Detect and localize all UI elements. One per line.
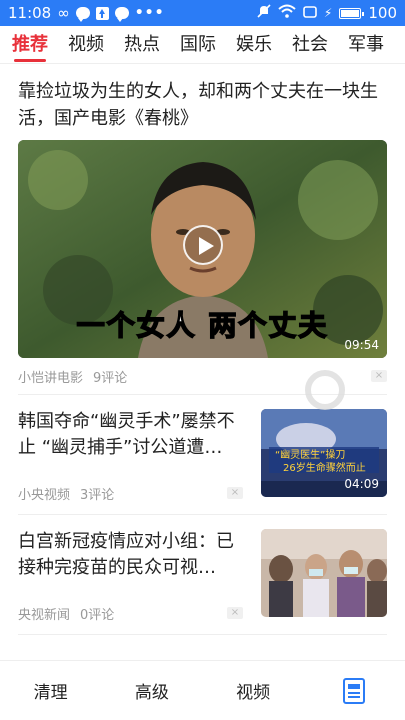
- thumbnail-caption: “幽灵医生”操刀: [275, 448, 345, 461]
- dismiss-icon[interactable]: ×: [371, 370, 387, 382]
- news-title[interactable]: 韩国夺命“幽灵手术”屡禁不止 “幽灵捕手”讨公道遭…: [18, 409, 246, 461]
- tab-society[interactable]: 社会: [292, 26, 328, 63]
- tab-military[interactable]: 军事: [348, 26, 384, 63]
- play-icon[interactable]: [182, 224, 223, 265]
- news-card-2[interactable]: 白宫新冠疫情应对小组：已接种完疫苗的民众可视… 央视新闻 0评论 ×: [0, 515, 405, 634]
- clock: 11:08: [8, 4, 52, 22]
- comment-count: 9评论: [93, 370, 128, 386]
- category-tabs: 推荐 视频 热点 国际 娱乐 社会 军事: [0, 26, 405, 64]
- tab-international[interactable]: 国际: [180, 26, 216, 63]
- video-duration: 04:09: [344, 477, 379, 491]
- infinity-icon: ∞: [57, 4, 70, 22]
- message-icon: [75, 7, 90, 22]
- news-source: 央视新闻: [18, 607, 71, 623]
- news-title[interactable]: 靠捡垃圾为生的女人，却和两个丈夫在一块生活，国产电影《春桃》: [18, 78, 387, 132]
- news-meta: 小央视频 3评论 ×: [18, 475, 243, 511]
- news-meta: 央视新闻 0评论 ×: [18, 595, 243, 631]
- news-thumbnail[interactable]: “幽灵医生”操刀 26岁生命骤然而止 04:09: [261, 409, 387, 497]
- wifi-icon: [278, 4, 296, 22]
- thumbnail-image: [261, 529, 387, 617]
- thumbnail-caption: 26岁生命骤然而止: [283, 461, 366, 474]
- charging-icon: ⚡: [323, 6, 333, 20]
- news-feed: 靠捡垃圾为生的女人，却和两个丈夫在一块生活，国产电影《春桃》 一个女人 两个丈夫…: [0, 64, 405, 660]
- status-bar: 11:08 ∞ ••• ⚡ 100: [0, 0, 405, 26]
- tab-hot[interactable]: 热点: [124, 26, 160, 63]
- news-card-1[interactable]: 韩国夺命“幽灵手术”屡禁不止 “幽灵捕手”讨公道遭… 小央视频 3评论 × “幽…: [0, 395, 405, 514]
- video-caption: 一个女人 两个丈夫: [76, 308, 329, 343]
- upload-icon: [95, 6, 109, 20]
- divider: [18, 634, 387, 635]
- tab-entertainment[interactable]: 娱乐: [236, 26, 272, 63]
- mute-icon: [257, 4, 271, 22]
- news-source: 小央视频: [18, 487, 71, 503]
- battery-level: 100: [368, 4, 397, 22]
- status-right: ⚡ 100: [257, 4, 397, 22]
- status-left: 11:08 ∞ •••: [8, 4, 165, 22]
- news-title[interactable]: 白宫新冠疫情应对小组：已接种完疫苗的民众可视…: [18, 529, 246, 581]
- comment-count: 0评论: [80, 607, 115, 623]
- dismiss-icon[interactable]: ×: [227, 487, 243, 499]
- nav-clean[interactable]: 清理: [0, 678, 101, 703]
- news-card-video[interactable]: 靠捡垃圾为生的女人，却和两个丈夫在一块生活，国产电影《春桃》 一个女人 两个丈夫…: [0, 64, 405, 394]
- battery-icon: [339, 7, 365, 19]
- nav-video[interactable]: 视频: [203, 678, 304, 703]
- comment-count: 3评论: [80, 487, 115, 503]
- dismiss-icon[interactable]: ×: [227, 607, 243, 619]
- video-duration: 09:54: [344, 338, 379, 352]
- screen-icon: [303, 4, 317, 22]
- floating-refresh-icon[interactable]: [305, 370, 345, 410]
- nav-news[interactable]: [304, 677, 405, 704]
- nav-advanced[interactable]: 高级: [101, 678, 202, 703]
- tab-video[interactable]: 视频: [68, 26, 104, 63]
- news-source: 小恺讲电影: [18, 370, 84, 386]
- tab-recommend[interactable]: 推荐: [12, 26, 48, 63]
- news-thumbnail[interactable]: [261, 529, 387, 617]
- message-icon: [114, 7, 129, 22]
- bottom-nav: 清理 高级 视频: [0, 660, 405, 720]
- news-doc-icon: [343, 677, 366, 704]
- video-player[interactable]: 一个女人 两个丈夫 09:54: [18, 140, 387, 358]
- more-dots-icon: •••: [134, 5, 165, 21]
